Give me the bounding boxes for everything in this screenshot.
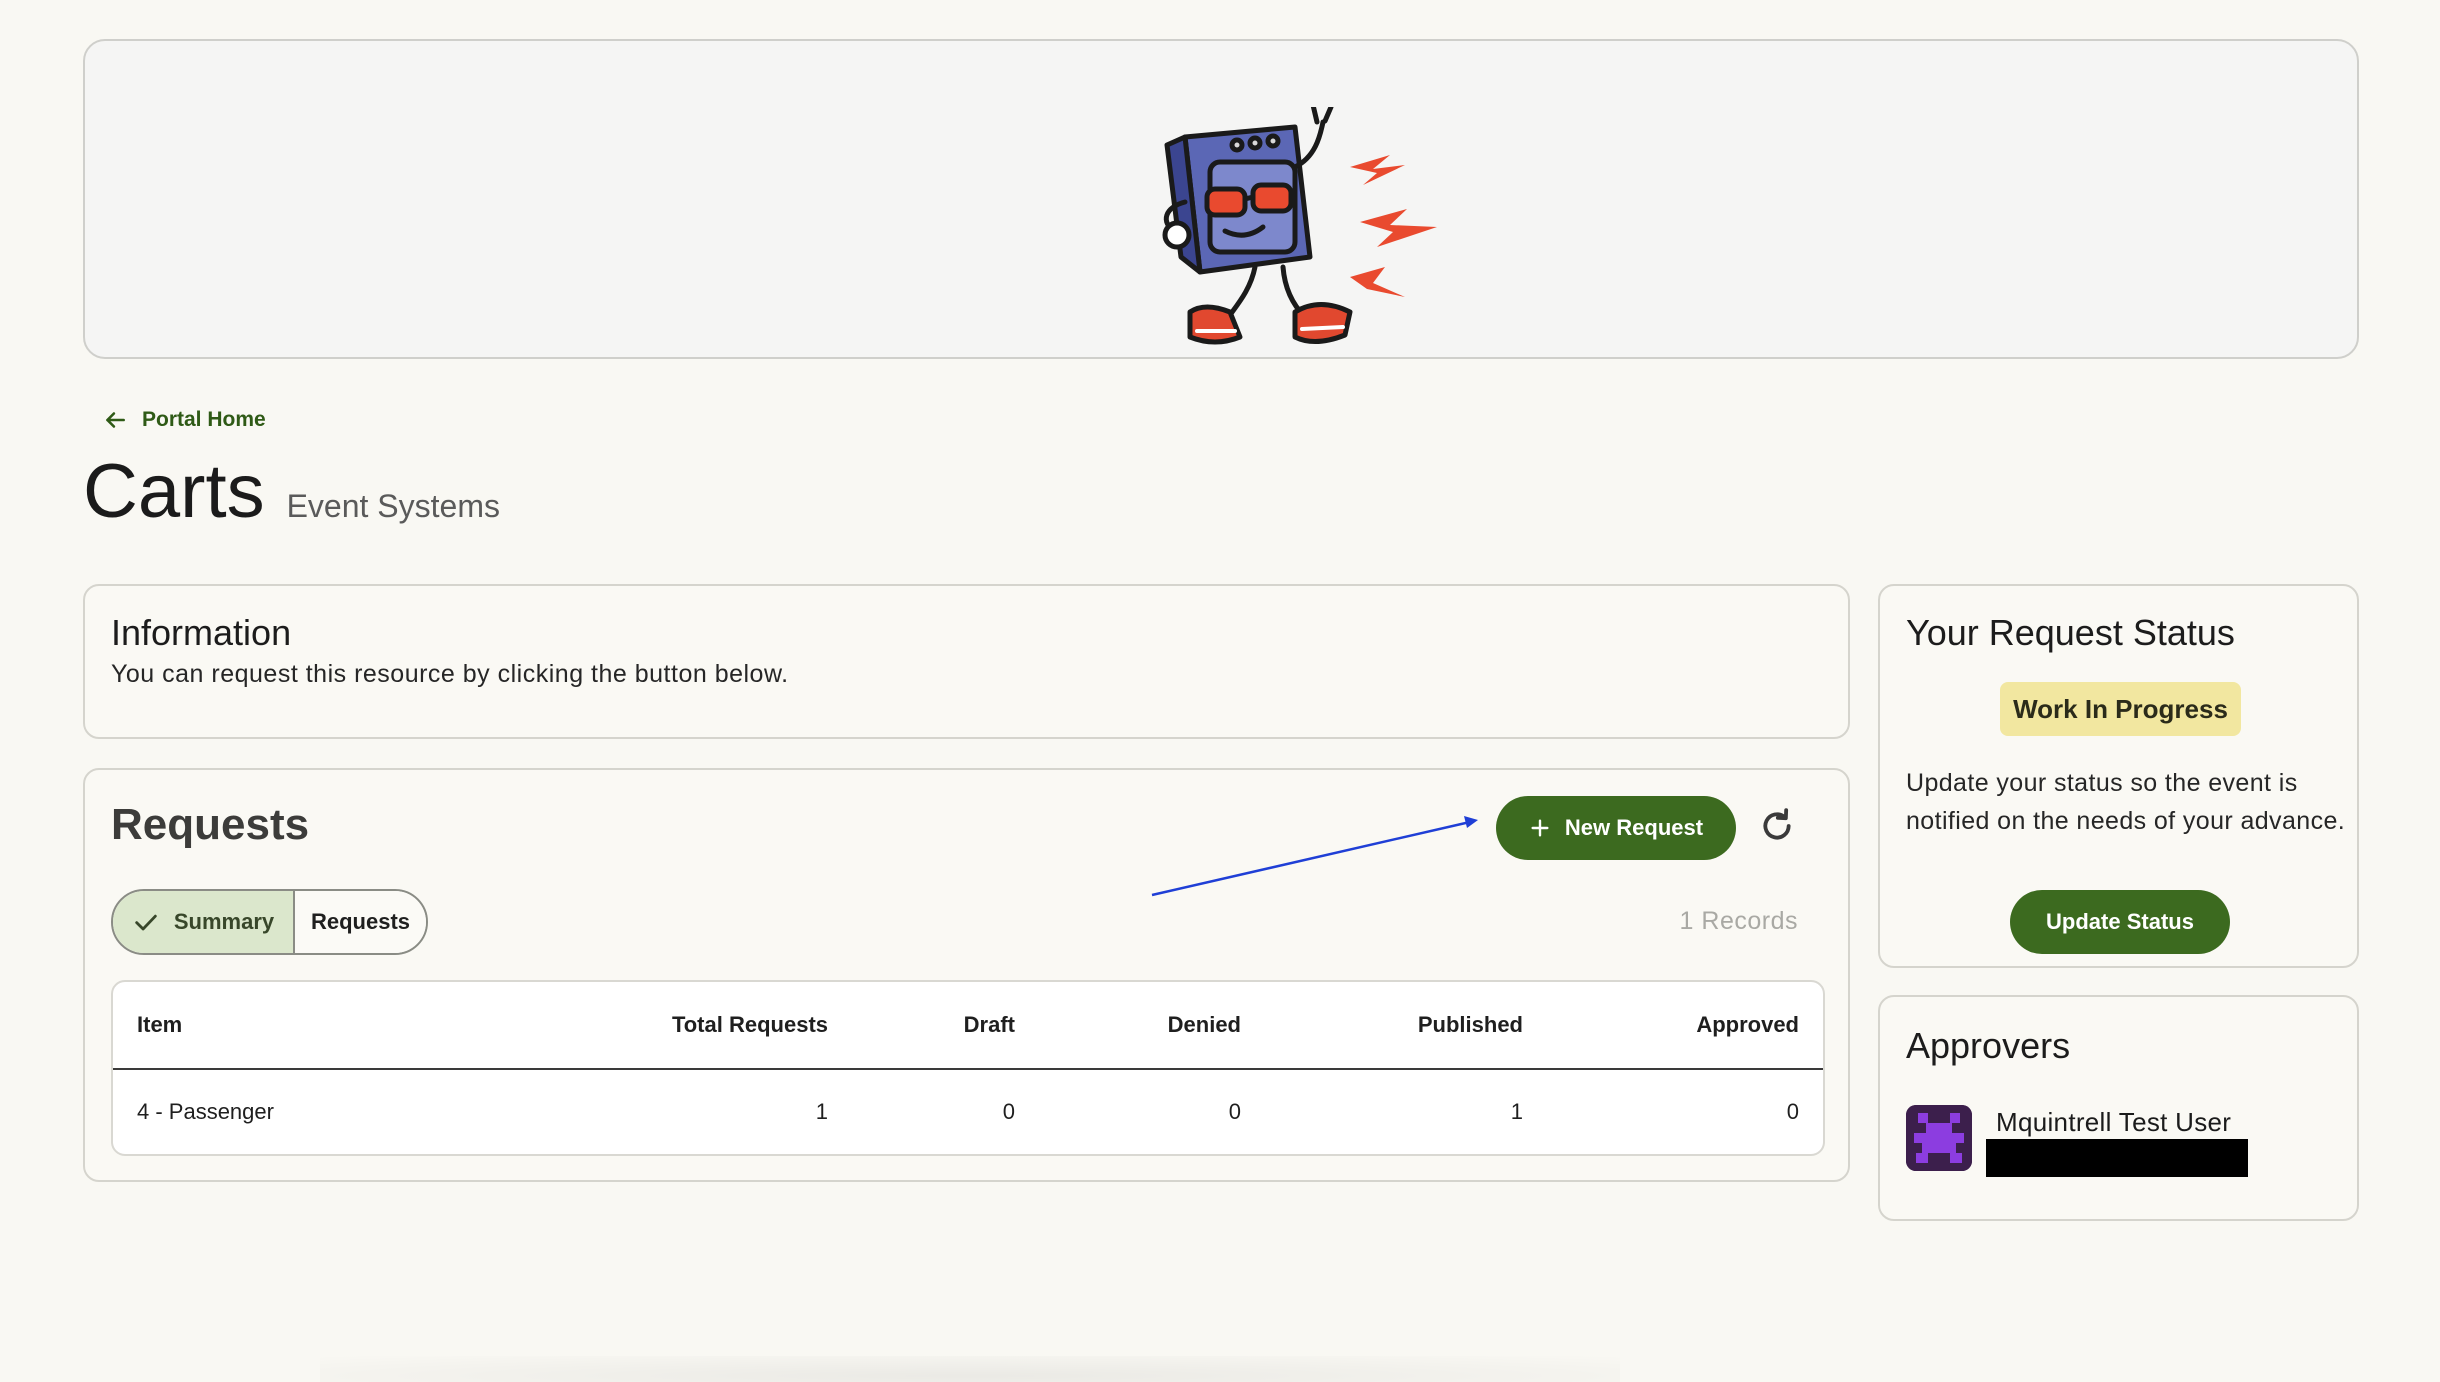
- approvers-card: Approvers Mquintrell Test User: [1878, 995, 2359, 1221]
- cell-denied: 0: [1228, 1099, 1241, 1124]
- column-header-item[interactable]: Item: [137, 982, 182, 1068]
- plus-icon: [1531, 819, 1549, 837]
- avatar-icon: [1906, 1105, 1972, 1171]
- bottom-shadow: [320, 1356, 1620, 1382]
- new-request-label: New Request: [1564, 815, 1704, 840]
- page-title: Carts: [83, 449, 265, 534]
- requests-card: Requests Summary Requests New Request 1 …: [83, 768, 1850, 1182]
- refresh-icon[interactable]: [1757, 806, 1797, 846]
- view-toggle: Summary Requests: [111, 889, 428, 955]
- column-header-denied[interactable]: Denied: [1168, 982, 1241, 1068]
- column-header-draft[interactable]: Draft: [964, 982, 1015, 1068]
- cell-item: 4 - Passenger: [137, 1099, 274, 1124]
- cell-total-requests: 1: [815, 1099, 828, 1124]
- page-subtitle: Event Systems: [286, 488, 500, 524]
- portal-home-label: Portal Home: [142, 408, 266, 431]
- information-card: Information You can request this resourc…: [83, 584, 1850, 739]
- mascot-logo: [1162, 107, 1437, 345]
- table-header: Item Total Requests Draft Denied Publish…: [113, 982, 1823, 1070]
- new-request-button[interactable]: New Request: [1496, 796, 1736, 860]
- requests-toggle-label: Requests: [310, 909, 411, 934]
- status-description: Update your status so the event is notif…: [1906, 769, 2346, 835]
- update-status-label: Update Status: [2046, 909, 2194, 934]
- check-icon: [135, 914, 157, 931]
- summary-toggle[interactable]: Summary: [113, 891, 295, 953]
- approver-name: Mquintrell Test User: [1996, 1107, 2232, 1137]
- column-header-approved[interactable]: Approved: [1696, 982, 1799, 1068]
- requests-toggle[interactable]: Requests: [295, 891, 426, 953]
- information-text: You can request this resource by clickin…: [111, 660, 789, 688]
- redacted-block: [1986, 1139, 2248, 1177]
- request-status-heading: Your Request Status: [1906, 612, 2235, 653]
- cell-approved: 0: [1786, 1099, 1799, 1124]
- requests-heading: Requests: [111, 800, 310, 849]
- information-heading: Information: [111, 612, 292, 653]
- request-status-card: Your Request Status Work In Progress Upd…: [1878, 584, 2359, 968]
- cell-draft: 0: [1002, 1099, 1015, 1124]
- cell-published: 1: [1510, 1099, 1523, 1124]
- status-badge: Work In Progress: [2000, 682, 2241, 736]
- arrow-left-icon: [106, 412, 125, 428]
- title-row: Carts Event Systems: [83, 448, 500, 535]
- summary-table: Item Total Requests Draft Denied Publish…: [111, 980, 1825, 1156]
- table-row[interactable]: 4 - Passenger 1 0 0 1 0: [113, 1070, 1823, 1154]
- header-banner: [83, 39, 2359, 359]
- column-header-total-requests[interactable]: Total Requests: [672, 982, 828, 1068]
- records-count: 1 Records: [1679, 907, 1798, 935]
- approvers-heading: Approvers: [1906, 1025, 2071, 1066]
- update-status-button[interactable]: Update Status: [2010, 890, 2230, 954]
- column-header-published[interactable]: Published: [1418, 982, 1523, 1068]
- summary-toggle-label: Summary: [173, 909, 275, 934]
- portal-home-link[interactable]: Portal Home: [102, 404, 266, 436]
